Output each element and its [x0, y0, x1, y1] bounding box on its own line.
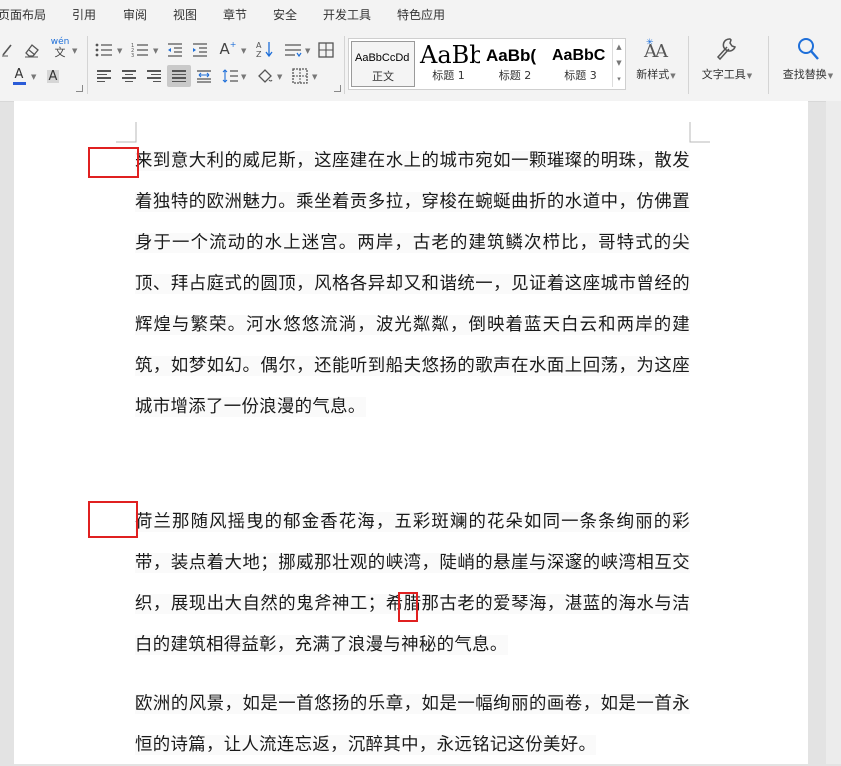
style-heading-3[interactable]: AaBbC 标题 3 [549, 41, 612, 85]
menu-review[interactable]: 审阅 [123, 6, 147, 23]
paragraph-venice[interactable]: 来到意大利的威尼斯，这座建在水上的城市宛如一颗璀璨的明珠，散发着独特的欧洲魅力。… [135, 141, 690, 428]
text-tools-button[interactable]: 文字工具▼ [696, 36, 758, 82]
new-style-label: 新样式▼ [636, 68, 676, 81]
clear-format-icon[interactable] [22, 40, 42, 60]
menu-developer-tools[interactable]: 开发工具 [323, 6, 371, 23]
svg-text:3: 3 [131, 53, 134, 57]
style-heading-2-label: 标题 2 [498, 69, 532, 82]
style-heading-1-sample: AaBb [420, 41, 480, 69]
style-heading-2-sample: AaBb( [486, 46, 537, 65]
annotation-box-indent-1 [88, 147, 139, 178]
decrease-indent-icon[interactable] [166, 40, 184, 60]
new-style-button[interactable]: ✳ AA 新样式▼ [630, 36, 682, 82]
ribbon-toolbar: wén 文 ▼ A ▼ A ▼ 123 ▼ A + ▼ AZ ▼ ▼ ▼ ▼ A… [0, 28, 841, 102]
numbering-dropdown-icon[interactable]: ▼ [153, 47, 158, 55]
table-grid-icon[interactable] [316, 40, 336, 60]
align-center-icon[interactable] [120, 66, 138, 86]
style-heading-3-label: 标题 3 [564, 69, 597, 82]
shading-dropdown-icon[interactable]: ▼ [277, 73, 282, 81]
menu-special-features[interactable]: 特色应用 [397, 6, 445, 23]
line-spacing-dropdown-icon[interactable]: ▼ [305, 47, 310, 55]
margin-corner-right-marker [689, 122, 710, 143]
svg-text:Z: Z [256, 50, 262, 58]
separator [768, 36, 769, 94]
highlight-icon[interactable] [0, 40, 14, 60]
paragraph-dialog-launcher-icon[interactable] [334, 85, 341, 92]
paragraph-europe-summary[interactable]: 欧洲的风景，如是一首悠扬的乐章，如是一幅绚丽的画卷，如是一首永恒的诗篇，让人流连… [135, 684, 690, 766]
paragraph-netherlands[interactable]: 荷兰那随风摇曳的郁金香花海，五彩斑斓的花朵如同一条条绚丽的彩带，装点着大地；挪威… [135, 502, 690, 666]
phonetic-dropdown-icon[interactable]: ▼ [72, 47, 77, 55]
align-right-icon[interactable] [145, 66, 163, 86]
borders-icon[interactable] [290, 66, 310, 86]
style-normal-sample: AaBbCcDd [355, 52, 410, 64]
menu-references[interactable]: 引用 [72, 6, 96, 23]
phonetic-guide-icon[interactable]: wén 文 [51, 38, 70, 59]
sort-icon[interactable]: AZ [255, 39, 275, 59]
shading-icon[interactable] [255, 66, 275, 86]
line-spacing-icon[interactable] [283, 40, 303, 60]
justify-icon[interactable] [167, 65, 191, 87]
menu-page-layout[interactable]: 页面布局 [0, 6, 46, 23]
increase-indent-icon[interactable] [191, 40, 209, 60]
menu-security[interactable]: 安全 [273, 6, 297, 23]
menu-view[interactable]: 视图 [173, 6, 197, 23]
gallery-more-icon[interactable]: ▾ [617, 75, 621, 83]
paragraph-spacing-icon[interactable] [221, 66, 239, 86]
character-shading-icon[interactable]: A [44, 66, 62, 86]
vertical-scrollbar[interactable] [826, 101, 841, 764]
find-replace-button[interactable]: 查找替换▼ [776, 36, 840, 82]
style-normal[interactable]: AaBbCcDd 正文 [351, 41, 415, 87]
style-heading-1[interactable]: AaBb 标题 1 [417, 41, 480, 85]
gallery-down-icon[interactable]: ▼ [616, 59, 621, 67]
align-left-icon[interactable] [95, 66, 113, 86]
separator [344, 36, 345, 94]
svg-text:A: A [256, 41, 262, 50]
separator [87, 36, 88, 94]
menu-section[interactable]: 章节 [223, 6, 247, 23]
separator [688, 36, 689, 94]
style-gallery-scroll[interactable]: ▲ ▼ ▾ [612, 39, 625, 87]
bullet-list-icon[interactable] [94, 40, 114, 60]
style-gallery: AaBbCcDd 正文 AaBb 标题 1 AaBb( 标题 2 AaBbC 标… [348, 38, 626, 90]
find-replace-label: 查找替换▼ [782, 68, 834, 81]
gallery-up-icon[interactable]: ▲ [616, 43, 621, 51]
text-tools-label: 文字工具▼ [701, 68, 753, 81]
new-style-icon: AA [644, 41, 668, 62]
change-case-icon[interactable]: A + [217, 39, 239, 59]
style-normal-label: 正文 [372, 70, 394, 83]
annotation-box-punctuation [398, 592, 418, 622]
style-heading-2[interactable]: AaBb( 标题 2 [483, 41, 547, 85]
distributed-align-icon[interactable] [195, 66, 213, 86]
wrench-icon [716, 38, 736, 61]
search-icon [798, 38, 819, 60]
font-color-dropdown-icon[interactable]: ▼ [31, 73, 36, 81]
font-dialog-launcher-icon[interactable] [76, 85, 83, 92]
style-heading-1-label: 标题 1 [432, 69, 465, 82]
change-case-dropdown-icon[interactable]: ▼ [241, 47, 246, 55]
menu-bar: 页面布局 引用 审阅 视图 章节 安全 开发工具 特色应用 [0, 0, 841, 28]
paragraph-spacing-dropdown-icon[interactable]: ▼ [241, 73, 246, 81]
annotation-box-indent-2 [88, 501, 138, 538]
borders-dropdown-icon[interactable]: ▼ [312, 73, 317, 81]
style-heading-3-sample: AaBbC [552, 47, 606, 64]
bullet-dropdown-icon[interactable]: ▼ [117, 47, 122, 55]
numbered-list-icon[interactable]: 123 [130, 40, 150, 60]
font-color-icon[interactable]: A [10, 66, 28, 86]
